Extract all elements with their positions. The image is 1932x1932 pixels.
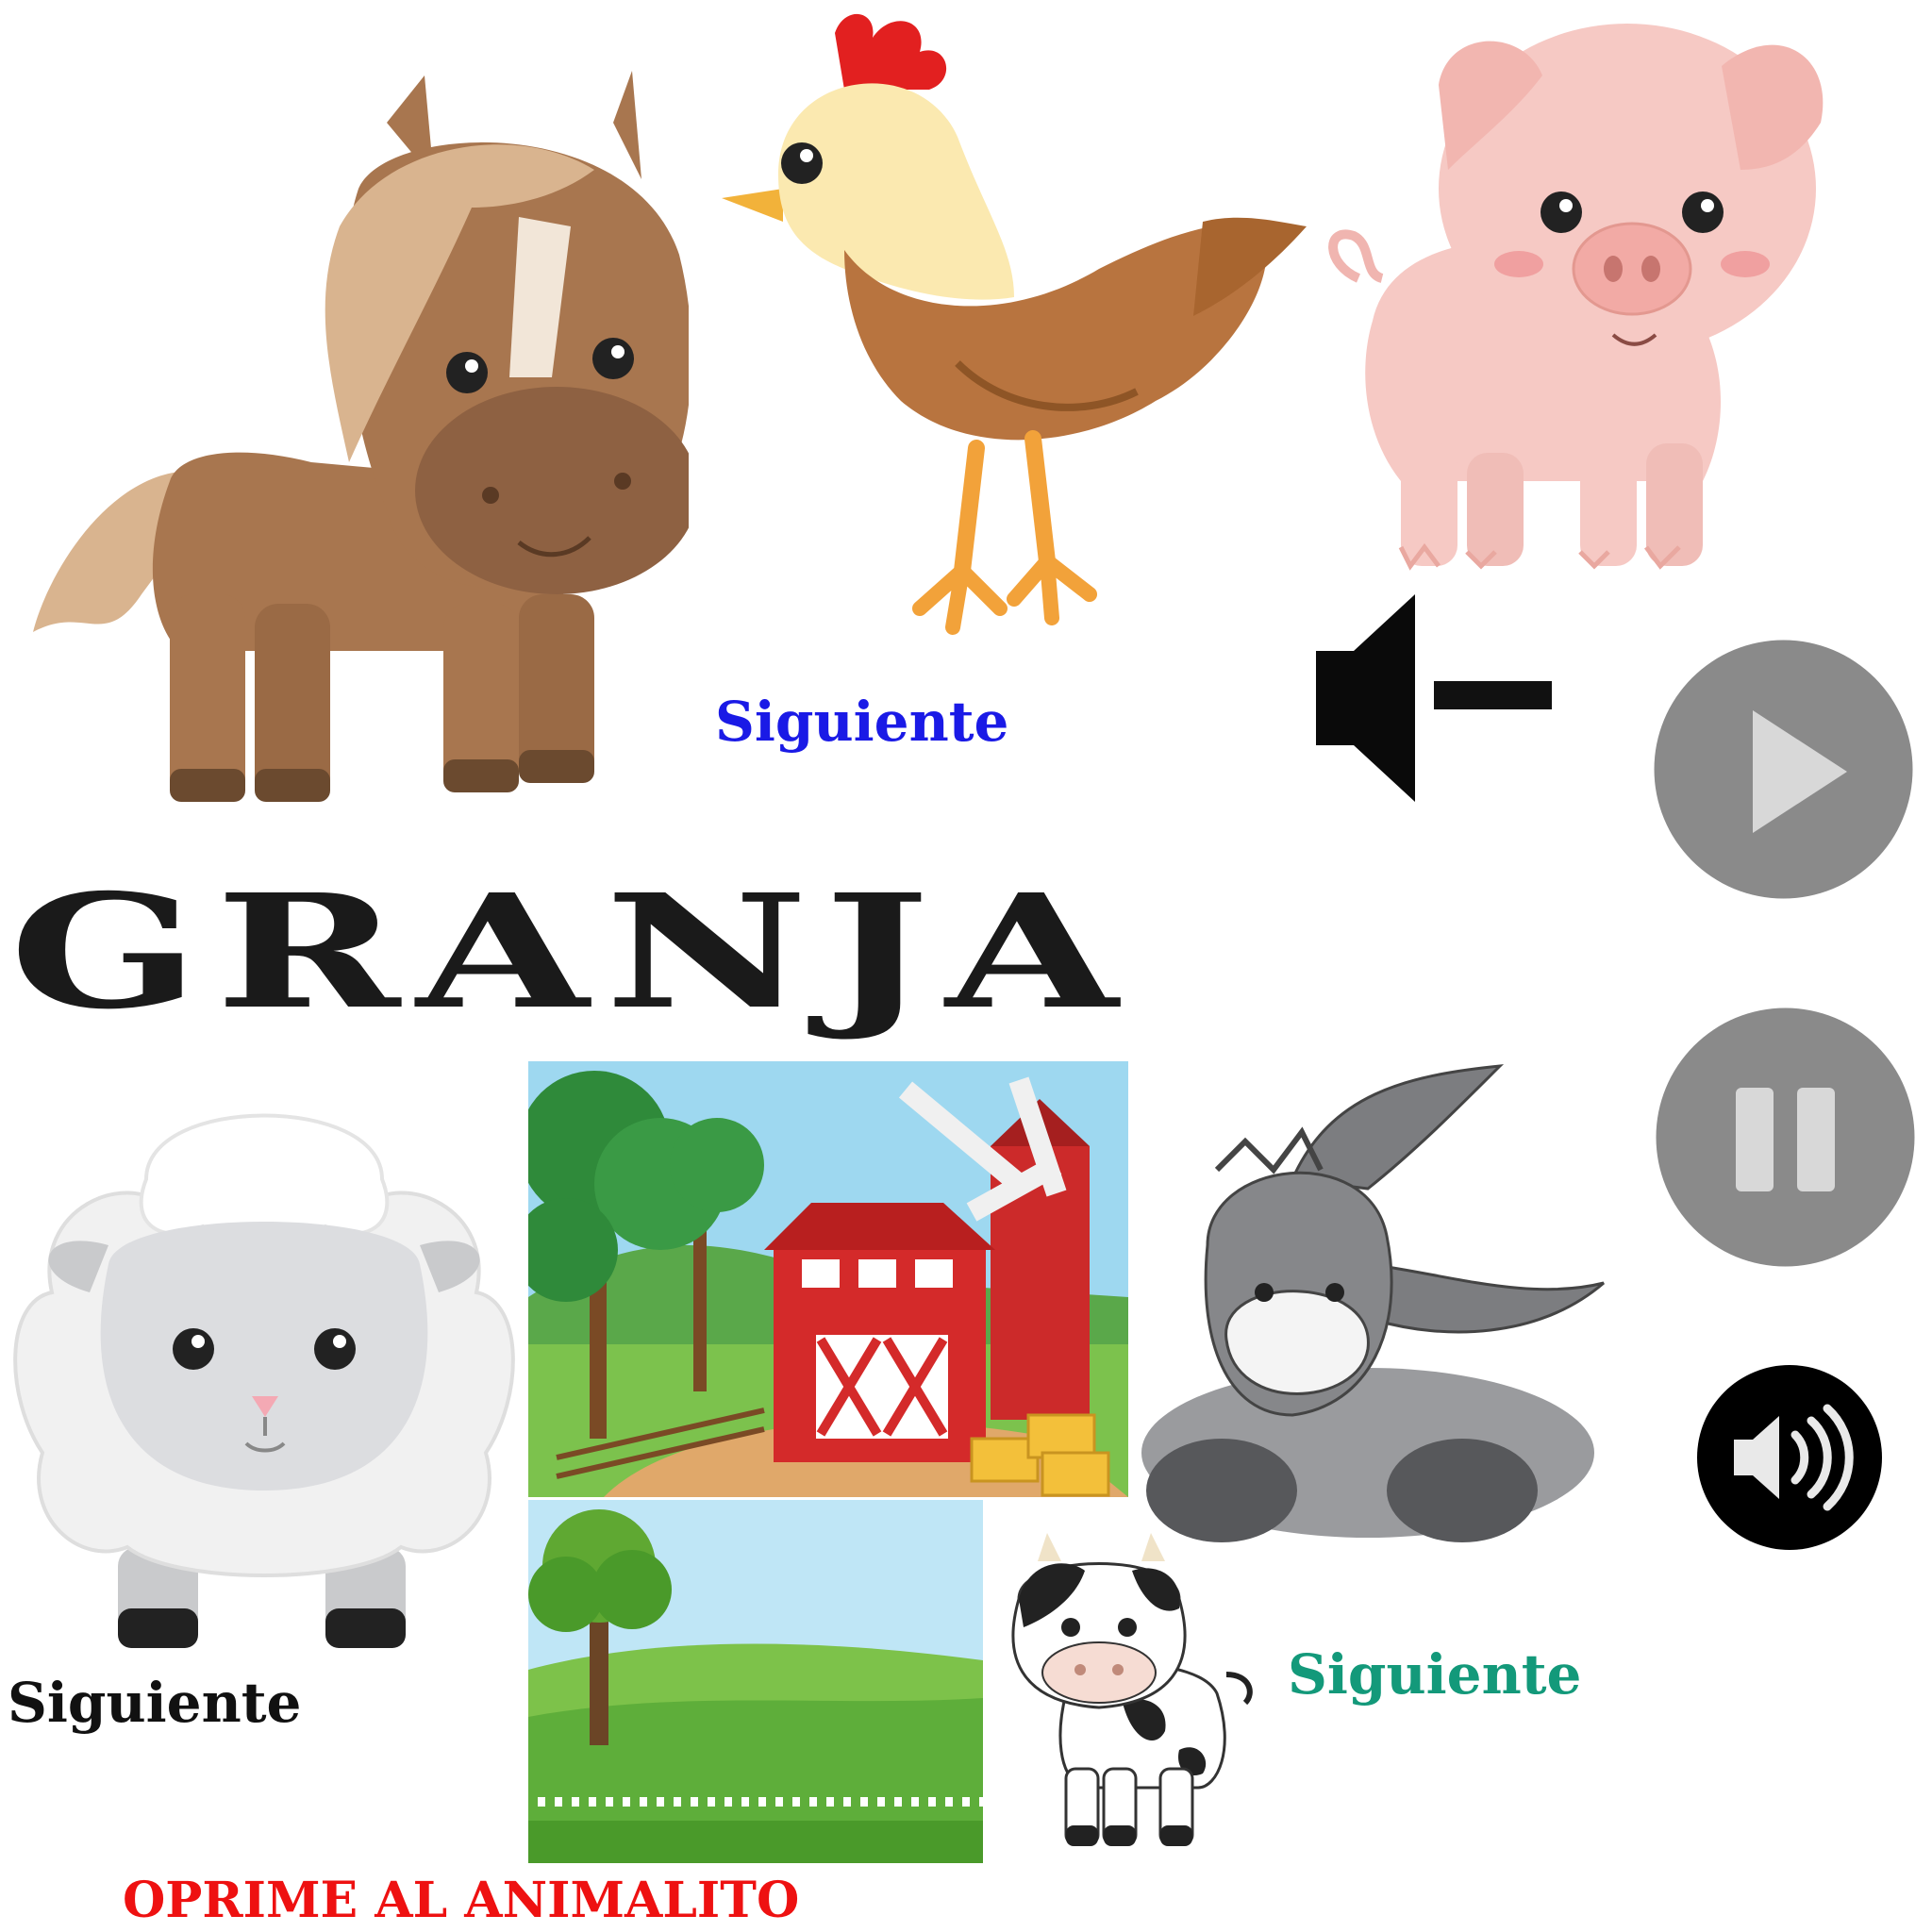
page-title: GRANJA bbox=[9, 860, 1135, 1044]
play-icon bbox=[1654, 640, 1913, 899]
barn-scene-image bbox=[528, 1061, 1128, 1497]
pause-icon bbox=[1656, 1008, 1915, 1267]
next-button-hen[interactable]: Siguiente bbox=[715, 689, 1008, 755]
pig-icon bbox=[1328, 24, 1824, 571]
donkey-icon bbox=[1141, 1064, 1605, 1542]
field-scene-image bbox=[528, 1500, 983, 1863]
cow-image[interactable] bbox=[981, 1533, 1264, 1854]
pause-button[interactable] bbox=[1656, 1008, 1915, 1267]
volume-icon bbox=[1697, 1365, 1882, 1550]
donkey-image[interactable] bbox=[1132, 1057, 1613, 1547]
next-button-cow[interactable]: Siguiente bbox=[1288, 1641, 1581, 1707]
horse-image[interactable] bbox=[28, 66, 689, 811]
hen-image[interactable] bbox=[703, 5, 1316, 656]
sheep-image[interactable] bbox=[5, 1057, 524, 1651]
volume-button[interactable] bbox=[1696, 1364, 1883, 1551]
speaker-minus-icon bbox=[1316, 594, 1552, 802]
pig-image[interactable] bbox=[1307, 9, 1854, 594]
mute-button[interactable] bbox=[1316, 594, 1552, 802]
cow-icon bbox=[1011, 1533, 1253, 1846]
instruction-text: OPRIME AL ANIMALITO bbox=[123, 1872, 800, 1929]
sheep-icon bbox=[13, 1113, 515, 1648]
hen-icon bbox=[722, 13, 1307, 635]
play-button[interactable] bbox=[1654, 640, 1913, 899]
horse-icon bbox=[33, 71, 689, 802]
next-button-sheep[interactable]: Siguiente bbox=[8, 1670, 301, 1736]
